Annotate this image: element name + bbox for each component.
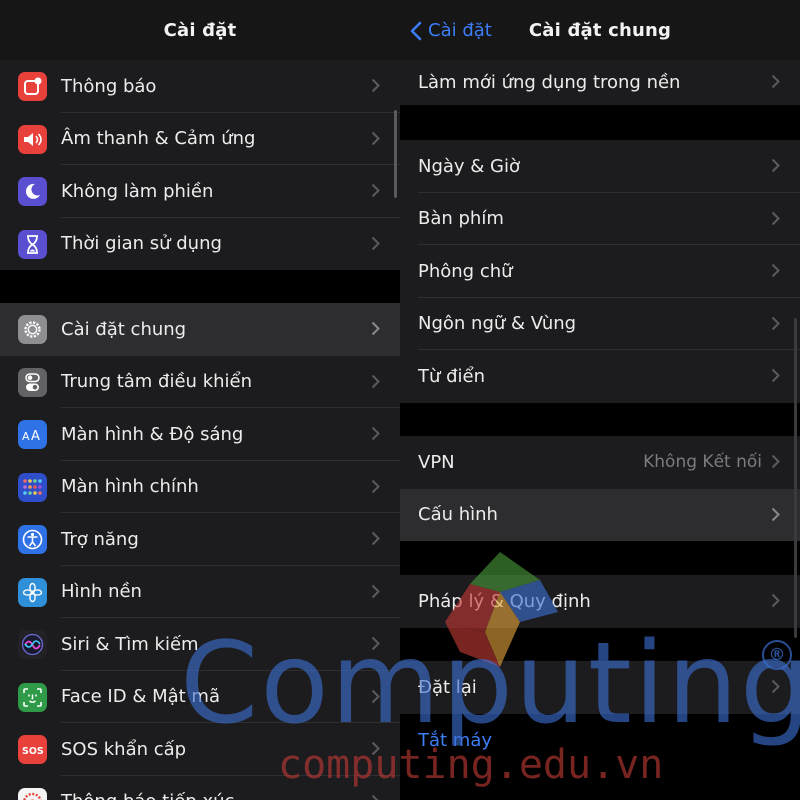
page-title: Cài đặt chung bbox=[528, 20, 672, 41]
toggle-icon bbox=[18, 367, 47, 397]
back-button[interactable]: Cài đặt bbox=[410, 20, 492, 41]
chevron-right-icon bbox=[771, 263, 780, 278]
general-row-language-region[interactable]: Ngôn ngữ & Vùng bbox=[400, 298, 800, 350]
settings-row-wallpaper[interactable]: Hình nền bbox=[0, 566, 400, 618]
scrollbar[interactable] bbox=[394, 110, 397, 198]
chevron-right-icon bbox=[371, 236, 380, 250]
general-row-label: Làm mới ứng dụng trong nền bbox=[418, 72, 681, 93]
settings-row-label: Thông báo tiếp xúc bbox=[61, 791, 234, 800]
chevron-right-icon bbox=[771, 593, 780, 608]
hourglass-icon bbox=[18, 229, 47, 259]
general-row-label: Bàn phím bbox=[418, 208, 504, 230]
chevron-right-icon bbox=[371, 131, 380, 145]
chevron-right-icon bbox=[371, 794, 379, 800]
chevron-right-icon bbox=[371, 584, 380, 598]
back-button-label: Cài đặt bbox=[428, 20, 492, 41]
settings-row-label: Thời gian sử dụng bbox=[61, 233, 222, 255]
general-row-dictionary[interactable]: Từ điển bbox=[400, 350, 800, 403]
settings-row-notifications[interactable]: Thông báo bbox=[0, 60, 400, 113]
general-row-date-time[interactable]: Ngày & Giờ bbox=[400, 140, 800, 193]
notifications-icon bbox=[18, 72, 47, 101]
general-group-network: VPN Không Kết nối Cấu hình bbox=[400, 436, 800, 541]
svg-text:SOS: SOS bbox=[22, 746, 44, 756]
settings-row-label: Màn hình chính bbox=[61, 476, 199, 498]
display-icon: AA bbox=[18, 420, 47, 449]
general-row-label: Cấu hình bbox=[418, 504, 498, 526]
settings-row-home-screen[interactable]: Màn hình chính bbox=[0, 461, 400, 513]
flower-icon bbox=[18, 577, 47, 607]
general-row-label: Ngôn ngữ & Vùng bbox=[418, 313, 577, 335]
settings-nav-bar: Cài đặt bbox=[0, 0, 400, 62]
chevron-right-icon bbox=[771, 74, 780, 89]
general-row-label: Từ điển bbox=[418, 365, 486, 387]
siri-icon bbox=[18, 630, 47, 659]
chevron-right-icon bbox=[771, 368, 780, 383]
general-row-keyboard[interactable]: Bàn phím bbox=[400, 193, 800, 245]
svg-text:A: A bbox=[31, 429, 40, 442]
settings-row-label: Âm thanh & Cảm ứng bbox=[61, 128, 256, 150]
general-row-profile[interactable]: Cấu hình bbox=[400, 488, 800, 541]
sound-icon bbox=[18, 124, 47, 154]
watermark-site: computing.edu.vn bbox=[278, 742, 664, 788]
settings-group-alerts: Thông báo Âm thanh & Cảm ứng Không làm p… bbox=[0, 60, 400, 270]
chevron-right-icon bbox=[371, 321, 380, 336]
gear-icon bbox=[18, 315, 47, 344]
general-group-background: Làm mới ứng dụng trong nền bbox=[400, 60, 800, 105]
chevron-right-icon bbox=[371, 426, 380, 441]
settings-row-label: Trung tâm điều khiển bbox=[61, 371, 253, 393]
settings-row-label: Trợ năng bbox=[61, 528, 139, 550]
settings-row-general[interactable]: Cài đặt chung bbox=[0, 303, 400, 356]
chevron-left-icon bbox=[410, 21, 422, 40]
settings-row-label: Không làm phiền bbox=[61, 180, 214, 202]
settings-row-control-center[interactable]: Trung tâm điều khiển bbox=[0, 356, 400, 408]
accessibility-icon bbox=[18, 525, 47, 554]
general-row-label: VPN bbox=[418, 451, 455, 473]
chevron-right-icon bbox=[771, 454, 780, 469]
svg-text:A: A bbox=[22, 430, 30, 442]
exposure-icon bbox=[18, 787, 47, 800]
moon-icon bbox=[18, 177, 47, 206]
settings-row-screen-time[interactable]: Thời gian sử dụng bbox=[0, 218, 400, 271]
page-title: Cài đặt bbox=[163, 20, 237, 41]
chevron-right-icon bbox=[371, 183, 380, 198]
scrollbar[interactable] bbox=[794, 318, 797, 638]
general-row-background-refresh[interactable]: Làm mới ứng dụng trong nền bbox=[400, 60, 800, 105]
settings-row-label: Thông báo bbox=[61, 75, 157, 97]
chevron-right-icon bbox=[771, 211, 780, 225]
general-row-label: Ngày & Giờ bbox=[418, 155, 521, 177]
home-grid-icon bbox=[18, 472, 47, 502]
settings-row-sound[interactable]: Âm thanh & Cảm ứng bbox=[0, 113, 400, 165]
chevron-right-icon bbox=[371, 531, 380, 546]
sos-icon: SOS bbox=[18, 735, 47, 764]
watermark-registered-mark: ® bbox=[762, 640, 792, 670]
watermark-brand: Computing bbox=[180, 619, 800, 749]
chevron-right-icon bbox=[371, 78, 380, 93]
settings-row-label: Màn hình & Độ sáng bbox=[61, 423, 244, 445]
general-nav-bar: Cài đặt Cài đặt chung bbox=[400, 0, 800, 62]
face-id-icon bbox=[18, 682, 47, 712]
general-row-vpn[interactable]: VPN Không Kết nối bbox=[400, 436, 800, 489]
chevron-right-icon bbox=[371, 374, 380, 388]
settings-row-label: Cài đặt chung bbox=[61, 318, 187, 340]
vpn-status: Không Kết nối bbox=[643, 452, 762, 473]
settings-row-label: Hình nền bbox=[61, 581, 142, 603]
chevron-right-icon bbox=[771, 158, 780, 173]
chevron-right-icon bbox=[371, 479, 380, 493]
general-group-locale: Ngày & Giờ Bàn phím Phông chữ Ngôn ngữ &… bbox=[400, 140, 800, 403]
settings-row-display[interactable]: AA Màn hình & Độ sáng bbox=[0, 408, 400, 461]
general-row-fonts[interactable]: Phông chữ bbox=[400, 245, 800, 298]
settings-row-accessibility[interactable]: Trợ năng bbox=[0, 513, 400, 566]
settings-row-label: SOS khẩn cấp bbox=[61, 738, 187, 760]
general-row-label: Phông chữ bbox=[418, 260, 513, 282]
settings-row-label: Siri & Tìm kiếm bbox=[61, 633, 199, 655]
settings-row-do-not-disturb[interactable]: Không làm phiền bbox=[0, 165, 400, 218]
chevron-right-icon bbox=[771, 316, 780, 330]
chevron-right-icon bbox=[771, 507, 780, 521]
